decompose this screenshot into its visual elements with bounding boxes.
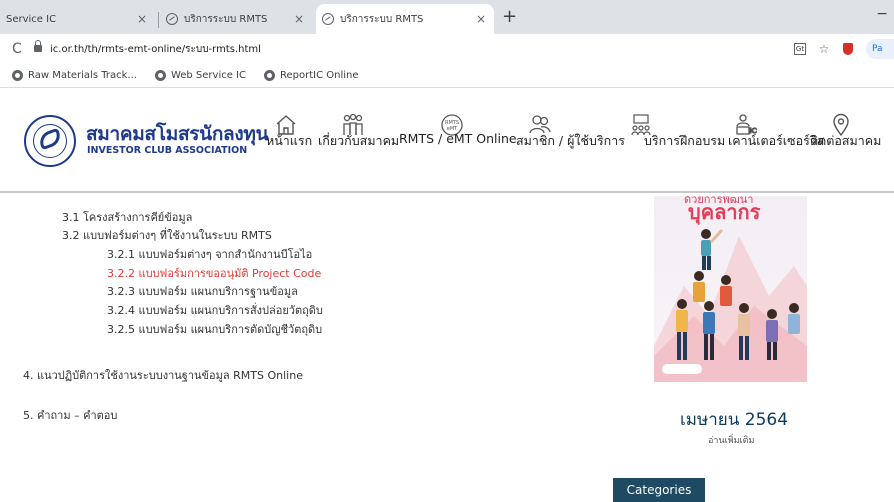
bookmark-label: Web Service IC [170,70,246,81]
tab-title: บริการระบบ RMTS [184,13,268,25]
globe-icon [12,70,23,81]
new-tab-button[interactable]: + [502,7,517,27]
nav-rmts-emt[interactable]: RMTS / eMT Online [399,131,517,146]
bookmark-label: ReportIC Online [280,70,359,81]
list-item[interactable]: 4. แนวปฏิบัติการใช้งานระบบงานฐานข้อมูล R… [23,366,303,384]
tab-title: บริการระบบ RMTS [340,13,424,25]
star-bookmark-icon[interactable]: ☆ [812,42,836,56]
close-icon[interactable]: × [137,12,147,26]
close-icon[interactable]: × [294,12,304,26]
bookmarks-bar: Raw Materials Track... Web Service IC Re… [0,64,894,88]
tab-separator [158,12,159,28]
site-header: สมาคมสโมสรนักลงทุน INVESTOR CLUB ASSOCIA… [0,89,894,193]
globe-icon [154,70,166,81]
close-icon[interactable]: × [476,12,486,26]
list-item[interactable]: 3.2.3 แบบฟอร์ม แผนกบริการฐานข้อมูล [107,282,298,300]
bookmark-raw-materials[interactable]: Raw Materials Track... [12,70,137,81]
browser-tab-bar: Service IC × บริการระบบ RMTS × บริการระบ… [0,0,894,34]
list-item[interactable]: 3.2.1 แบบฟอร์มต่างๆ จากสำนักงานบีโอไอ [107,245,312,263]
training-banner[interactable]: ด้วยการพัฒนา บุคลากร [654,196,807,382]
list-item[interactable]: 3.1 โครงสร้างการคีย์ข้อมูล [62,208,192,226]
translate-icon[interactable]: Gt [794,43,806,55]
bookmark-reportic-online[interactable]: ReportIC Online [264,70,359,81]
read-more-link[interactable]: อ่านเพิ่มเติม [708,433,754,447]
list-item-active[interactable]: 3.2.2 แบบฟอร์มการขออนุมัติ Project Code [107,264,321,282]
logo-subtitle: INVESTOR CLUB ASSOCIATION [87,145,248,156]
browser-tab-rmts-1[interactable]: บริการระบบ RMTS × [160,4,312,34]
association-logo-seal[interactable] [24,115,76,167]
reload-icon[interactable]: C [12,41,22,57]
globe-icon [322,13,334,25]
nav-training[interactable]: บริการฝึกอบรม [644,131,725,151]
list-item[interactable]: 3.2 แบบฟอร์มต่างๆ ที่ใช้งานในระบบ RMTS [62,226,272,244]
nav-about[interactable]: เกี่ยวกับสมาคม [318,131,399,151]
lock-icon[interactable] [34,40,42,53]
browser-tab-service-ic[interactable]: Service IC × [0,4,155,34]
list-item[interactable]: 3.2.4 แบบฟอร์ม แผนกบริการสั่งปล่อยวัตถุด… [107,301,323,319]
nav-members[interactable]: สมาชิก / ผู้ใช้บริการ [516,131,625,151]
tab-title: Service IC [6,13,57,25]
banner-logo-badge [662,364,702,374]
globe-icon [264,70,275,81]
categories-heading: Categories [613,478,705,502]
toolbar-icons: Gt ☆ Pa [788,39,894,59]
browser-toolbar: C ic.or.th/th/rmts-emt-online/ระบบ-rmts.… [0,34,894,64]
profile-button[interactable]: Pa [866,39,894,59]
bookmark-label: Raw Materials Track... [28,70,137,81]
bookmark-web-service-ic[interactable]: Web Service IC [154,70,246,81]
minimize-button[interactable]: − [876,6,888,22]
banner-title: บุคลากร [688,200,761,224]
browser-tab-rmts-active[interactable]: บริการระบบ RMTS × [316,4,494,34]
list-item[interactable]: 5. คำถาม – คำตอบ [23,406,117,424]
address-bar[interactable]: ic.or.th/th/rmts-emt-online/ระบบ-rmts.ht… [50,42,261,57]
archive-month-title[interactable]: เมษายน 2564 [680,406,788,433]
nav-home[interactable]: หน้าแรก [266,131,312,151]
globe-icon [166,13,178,25]
shield-extension-icon[interactable] [843,43,853,55]
nav-contact[interactable]: ติดต่อสมาคม [810,131,881,151]
list-item[interactable]: 3.2.5 แบบฟอร์ม แผนกบริการตัดบัญชีวัตถุดิ… [107,320,322,338]
